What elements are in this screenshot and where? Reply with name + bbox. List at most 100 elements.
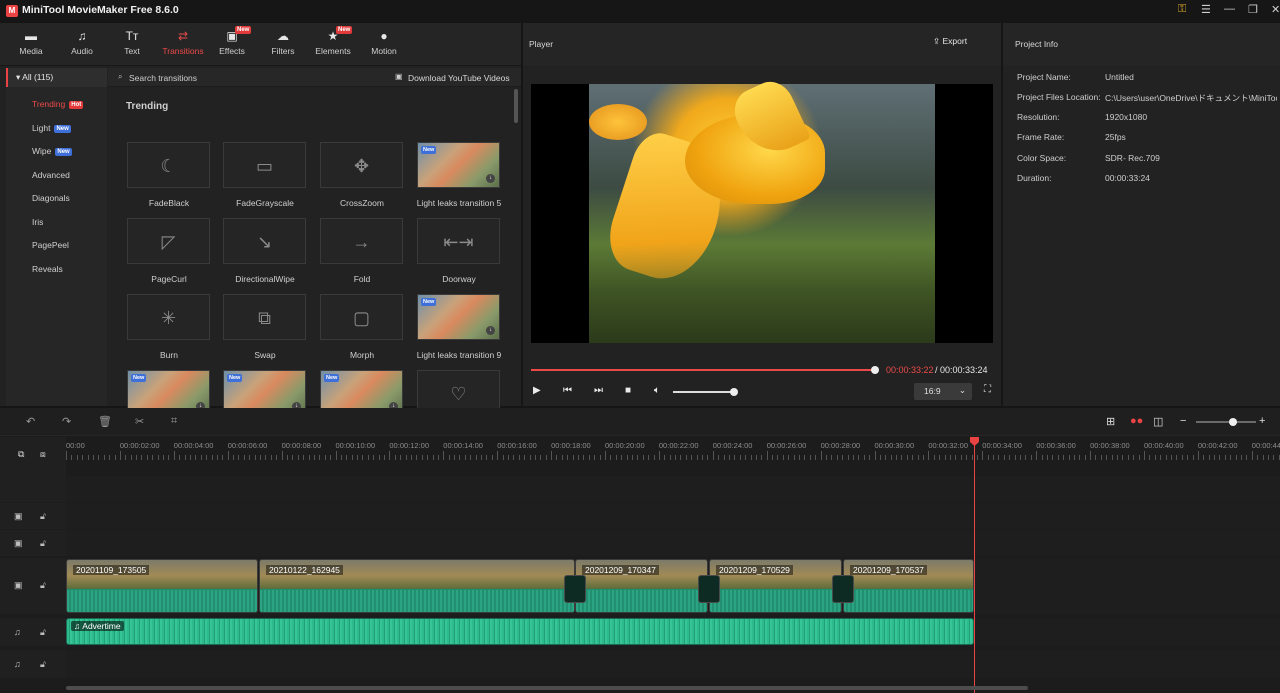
ruler-tick xyxy=(588,455,590,460)
transition-tile[interactable]: New ↓ xyxy=(417,294,500,340)
category-iris[interactable]: Iris xyxy=(6,213,107,231)
ruler-tick xyxy=(524,455,526,460)
transition-tile[interactable]: ▢ xyxy=(320,294,403,340)
download-youtube-link[interactable]: Download YouTube Videos xyxy=(408,73,510,83)
record-icon[interactable]: ●● xyxy=(1130,415,1143,427)
menu-icon[interactable]: ☰ xyxy=(1201,3,1211,16)
lock-icon[interactable]: 🔓︎ xyxy=(40,627,46,638)
transition-tile[interactable]: New ↓ xyxy=(417,142,500,188)
split-icon[interactable]: ✂ xyxy=(135,415,144,428)
category-light[interactable]: Light New xyxy=(6,119,107,137)
category-reveals[interactable]: Reveals xyxy=(6,260,107,278)
music-track[interactable] xyxy=(66,650,1280,678)
overlay-track[interactable] xyxy=(66,530,1280,556)
add-track-icon[interactable]: ⧉ xyxy=(18,449,24,460)
transition-marker[interactable] xyxy=(698,575,720,603)
category-diagonals[interactable]: Diagonals xyxy=(6,189,107,207)
category-wipe[interactable]: Wipe New xyxy=(6,142,107,160)
undo-icon[interactable]: ↶ xyxy=(26,415,35,428)
transition-tile[interactable]: ⇤⇥ xyxy=(417,218,500,264)
video-clip[interactable]: 20201209_170537 xyxy=(843,559,974,613)
next-frame-icon[interactable]: ⏭ xyxy=(594,385,603,396)
transition-tile[interactable]: ▭ xyxy=(223,142,306,188)
category-advanced[interactable]: Advanced xyxy=(6,166,107,184)
transition-marker[interactable] xyxy=(832,575,854,603)
fit-timeline-icon[interactable]: ⊞ xyxy=(1106,415,1115,428)
previous-frame-icon[interactable]: ⏮ xyxy=(563,385,572,396)
search-input[interactable]: Search transitions xyxy=(129,73,197,83)
search-bar[interactable]: ⌕ Search transitions ▣ Download YouTube … xyxy=(108,68,521,87)
video-clip[interactable]: 20201109_173505 xyxy=(66,559,258,613)
ruler-tick xyxy=(308,455,310,460)
category-trending[interactable]: Trending Hot xyxy=(6,95,107,113)
transition-tile[interactable]: ◸ xyxy=(127,218,210,264)
fullscreen-icon[interactable]: ⛶ xyxy=(984,384,991,395)
lock-icon[interactable]: 🔓︎ xyxy=(40,580,46,591)
ruler-tick xyxy=(594,455,596,460)
download-icon[interactable]: ↓ xyxy=(486,326,495,335)
aspect-ratio-select[interactable]: 16:9 ⌄ xyxy=(914,383,972,400)
music-clip[interactable]: ♫ Advertime xyxy=(66,618,974,645)
timeline-ruler[interactable]: 00:00 00:00:02:00 00:00:04:00 00:00:06:00 00… xyxy=(66,437,1280,462)
progress-handle[interactable] xyxy=(870,366,879,374)
zoom-in-icon[interactable]: + xyxy=(1259,415,1265,427)
delete-icon[interactable]: 🗑︎ xyxy=(98,415,112,428)
timeline-scrollbar[interactable] xyxy=(66,686,1028,690)
tab-filters[interactable]: ☁ Filters xyxy=(260,23,306,66)
download-icon[interactable]: ↓ xyxy=(486,174,495,183)
tab-text[interactable]: Tт Text xyxy=(109,23,155,66)
ruler-tick xyxy=(1149,455,1151,460)
transition-marker[interactable] xyxy=(564,575,586,603)
redo-icon[interactable]: ↷ xyxy=(62,415,71,428)
zoom-handle[interactable] xyxy=(1229,418,1238,426)
tab-media[interactable]: ▬ Media xyxy=(8,23,54,66)
play-icon[interactable]: ▶ xyxy=(533,385,541,396)
lock-icon[interactable]: 🔓︎ xyxy=(40,538,46,549)
maximize-icon[interactable]: ❐ xyxy=(1248,3,1258,16)
tab-elements[interactable]: ★ Elements New xyxy=(310,23,356,66)
video-clip[interactable]: 20201209_170529 xyxy=(709,559,842,613)
transition-tile[interactable]: ✳ xyxy=(127,294,210,340)
tab-motion[interactable]: ● Motion xyxy=(361,23,407,66)
empty-track[interactable] xyxy=(66,476,1280,502)
playback-progress[interactable] xyxy=(531,366,879,374)
ruler-tick xyxy=(1106,455,1108,460)
export-button[interactable]: ⇪ Export xyxy=(933,36,967,47)
copy-track-icon[interactable]: ⧈ xyxy=(40,449,46,460)
playhead[interactable] xyxy=(974,439,975,693)
close-icon[interactable]: ✕ xyxy=(1271,3,1280,16)
tab-audio[interactable]: ♫ Audio xyxy=(59,23,105,66)
transition-tile[interactable]: ✥ xyxy=(320,142,403,188)
volume-handle[interactable] xyxy=(729,388,738,396)
category-label: Advanced xyxy=(32,170,70,180)
transition-tile[interactable]: ☾ xyxy=(127,142,210,188)
transition-tile[interactable]: ⧉ xyxy=(223,294,306,340)
transition-tile[interactable]: ↘ xyxy=(223,218,306,264)
time-separator: / xyxy=(935,365,938,375)
video-clip[interactable]: 20201209_170347 xyxy=(575,559,708,613)
zoom-out-icon[interactable]: − xyxy=(1180,415,1186,427)
key-icon[interactable]: ⚿ xyxy=(1178,3,1186,16)
category-all[interactable]: ▾ All (115) xyxy=(6,68,107,87)
category-pagepeel[interactable]: PagePeel xyxy=(6,236,107,254)
zoom-slider[interactable] xyxy=(1196,418,1256,426)
lock-icon[interactable]: 🔓︎ xyxy=(40,511,46,522)
ruler-tick xyxy=(745,455,747,460)
track-header: ⧉ ⧈ xyxy=(0,437,66,476)
scrollbar[interactable] xyxy=(514,89,518,123)
lock-icon[interactable]: 🔓︎ xyxy=(40,659,46,670)
volume-icon[interactable]: 🔈︎ xyxy=(654,385,660,396)
clip-waveform xyxy=(260,590,574,612)
overlay-track[interactable] xyxy=(66,503,1280,529)
crop-icon[interactable]: ⌗ xyxy=(171,415,177,428)
stop-icon[interactable]: ■ xyxy=(625,385,631,396)
volume-slider[interactable] xyxy=(673,388,738,396)
app-logo: M xyxy=(6,5,18,17)
snap-icon[interactable]: ◫ xyxy=(1153,415,1163,428)
ruler-tick xyxy=(319,455,321,460)
tab-effects[interactable]: ▣ Effects New xyxy=(209,23,255,66)
transition-tile[interactable]: → xyxy=(320,218,403,264)
video-clip[interactable]: 20210122_162945 xyxy=(259,559,575,613)
minimize-icon[interactable]: — xyxy=(1224,3,1235,15)
tab-transitions[interactable]: ⇄ Transitions xyxy=(159,23,207,66)
